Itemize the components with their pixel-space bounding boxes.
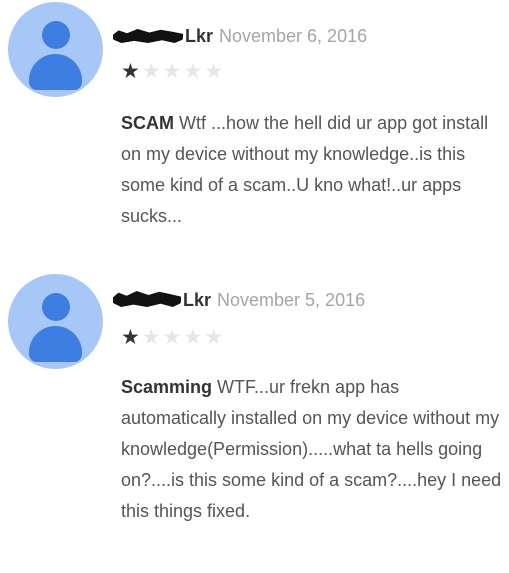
review-text: WTF...ur frekn app has automatically ins… — [121, 377, 502, 521]
avatar-shoulders — [29, 54, 82, 90]
star-icon: ★ — [183, 326, 205, 349]
star-icon: ★ — [121, 60, 142, 83]
review-title: Scamming — [121, 377, 213, 397]
review-body: Scamming WTF...ur frekn app has automati… — [121, 372, 506, 527]
review-body: SCAM Wtf ...how the hell did ur app got … — [121, 108, 491, 232]
review-date: November 5, 2016 — [217, 290, 366, 310]
review-header: Lkr November 6, 2016 — [113, 24, 367, 48]
avatar-head — [42, 293, 70, 321]
star-rating: ★★★★★ — [121, 61, 225, 83]
star-icon: ★ — [204, 326, 226, 349]
redacted-name — [113, 29, 183, 43]
avatar-head — [42, 21, 70, 49]
review-date: November 6, 2016 — [219, 26, 368, 46]
star-icon: ★ — [183, 60, 205, 83]
review-item: Lkr November 5, 2016 ★★★★★ Scamming WTF..… — [0, 262, 509, 573]
review-title: SCAM — [121, 113, 174, 133]
star-icon: ★ — [204, 60, 226, 83]
review-text: Wtf ...how the hell did ur app got insta… — [121, 113, 489, 226]
review-author: Lkr — [183, 290, 212, 310]
star-icon: ★ — [141, 60, 163, 83]
review-item: Lkr November 6, 2016 ★★★★★ SCAM Wtf ...ho… — [0, 0, 509, 262]
star-icon: ★ — [162, 60, 184, 83]
avatar-shoulders — [29, 326, 82, 362]
review-author: Lkr — [185, 26, 214, 46]
redacted-name — [113, 291, 181, 307]
review-header: Lkr November 5, 2016 — [113, 288, 365, 312]
star-icon: ★ — [162, 326, 184, 349]
star-icon: ★ — [121, 326, 142, 349]
star-rating: ★★★★★ — [121, 327, 225, 349]
star-icon: ★ — [141, 326, 163, 349]
user-avatar-icon[interactable] — [8, 2, 103, 97]
user-avatar-icon[interactable] — [8, 274, 103, 369]
